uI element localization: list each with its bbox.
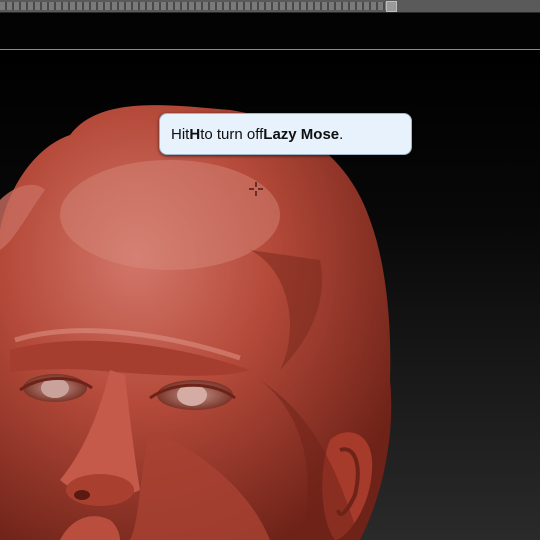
crosshair-cursor-icon [249, 182, 263, 196]
tooltip-prefix: Hit [171, 125, 190, 143]
tooltip-feature: Lazy Mose [263, 125, 340, 143]
hotkey-tooltip: Hit H to turn off Lazy Mose. [159, 113, 412, 155]
tooltip-key: H [189, 125, 201, 143]
tooltip-suffix: . [339, 125, 344, 143]
top-slider-handle[interactable] [386, 1, 397, 12]
top-slider-track[interactable] [0, 2, 395, 10]
top-toolbar [0, 0, 540, 13]
toolbar-strip [0, 13, 540, 50]
tooltip-middle: to turn off [200, 125, 264, 143]
